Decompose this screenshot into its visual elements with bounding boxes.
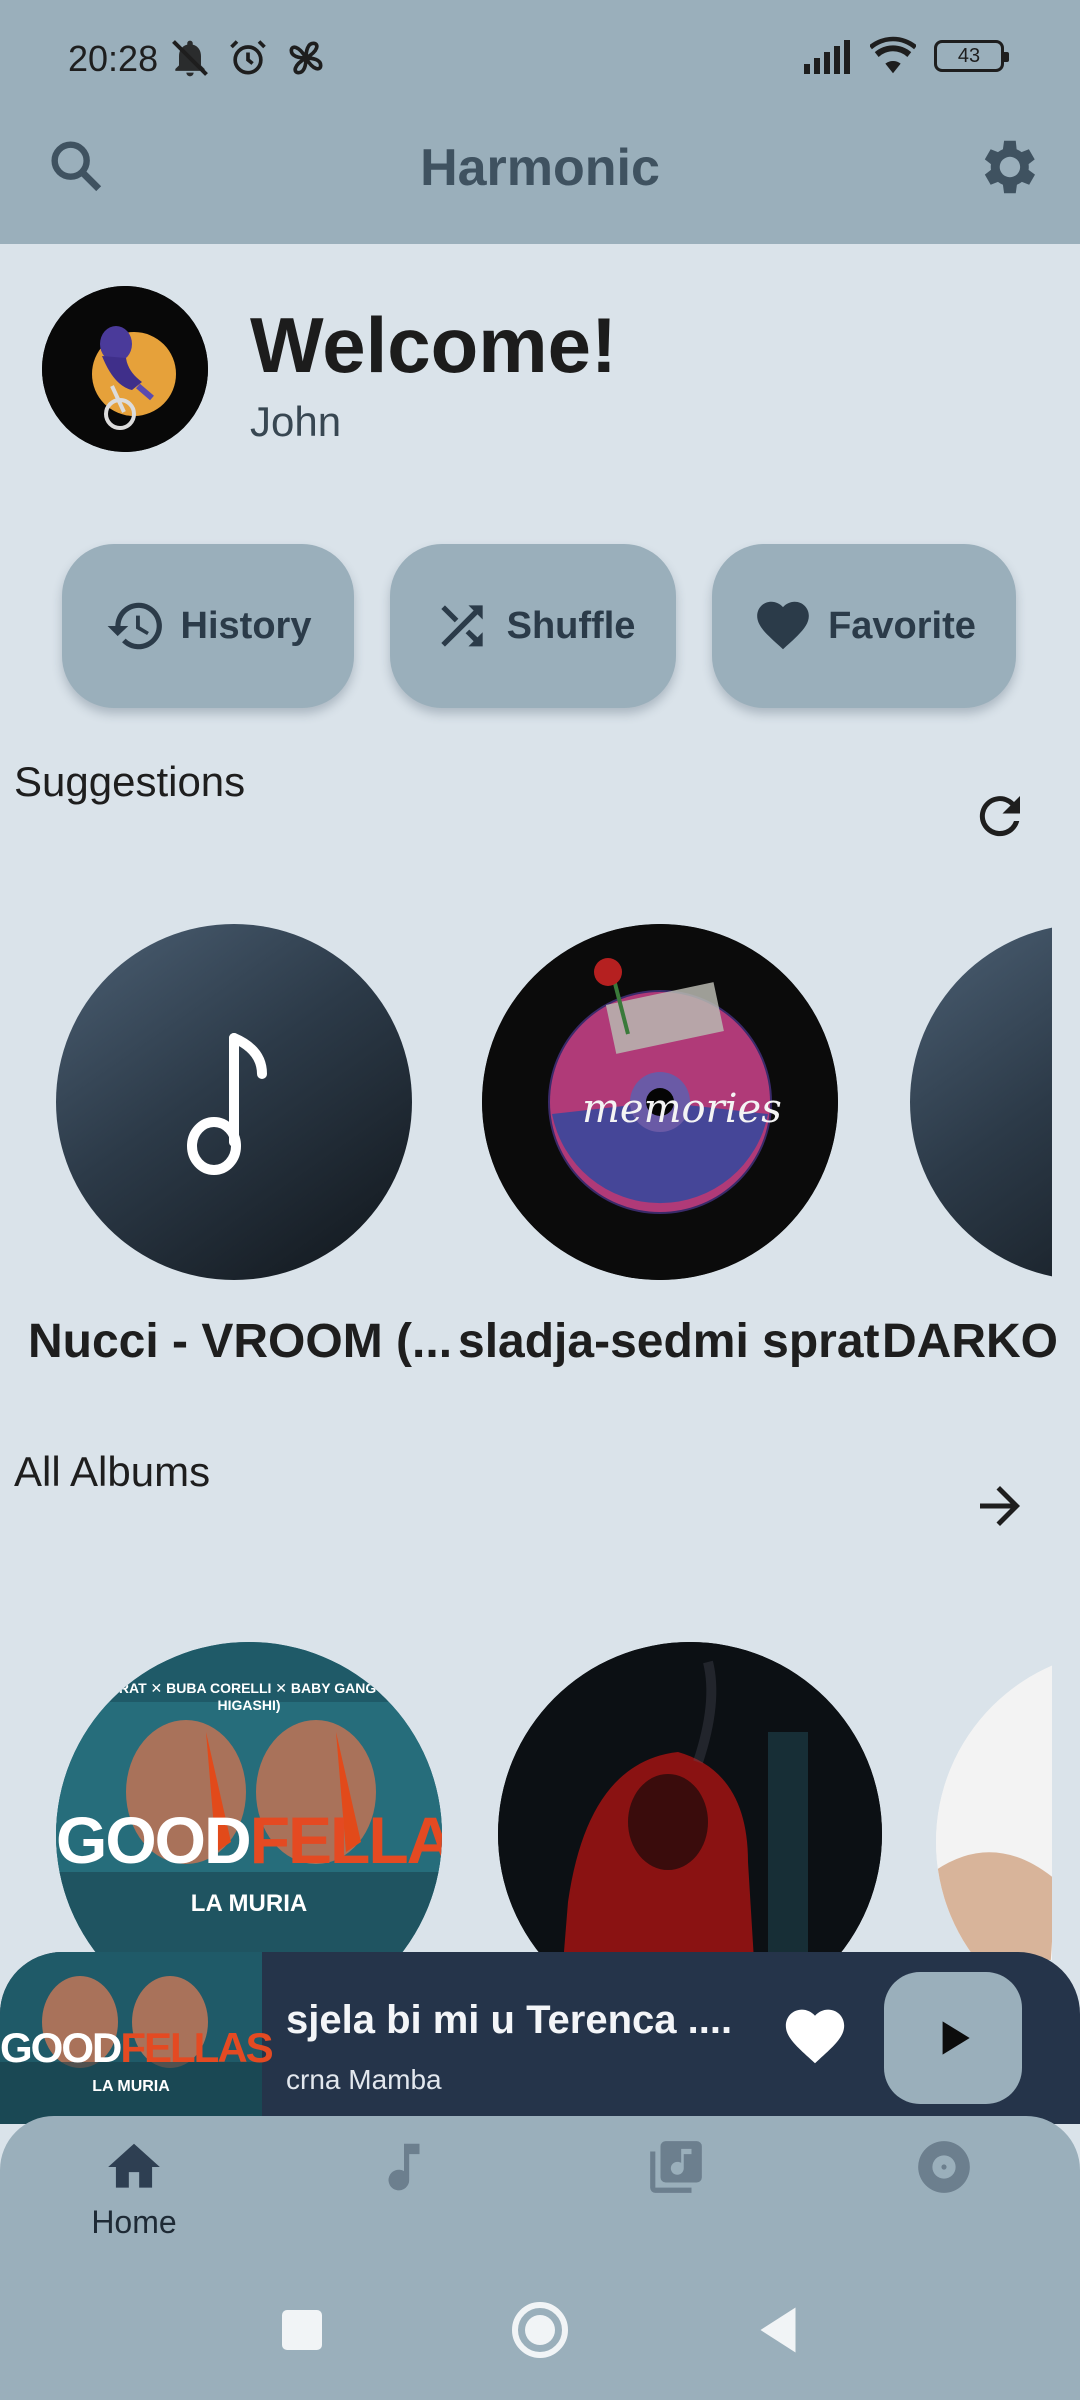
svg-text:memories: memories: [582, 1086, 782, 1132]
status-bar: 20:28 43: [0, 0, 1080, 118]
album-cover-word-left: GOOD: [56, 1803, 252, 1877]
suggestion-artwork[interactable]: [910, 924, 1052, 1280]
player-track-title[interactable]: sjela bi mi u Terenca ....: [286, 1998, 732, 2043]
do-not-disturb-icon: [172, 40, 208, 77]
heart-icon: [757, 601, 809, 650]
suggestions-title: Suggestions: [14, 758, 246, 805]
avatar[interactable]: [42, 286, 208, 452]
nav-item-albums[interactable]: [864, 2136, 1024, 2256]
all-albums-title: All Albums: [14, 1448, 211, 1495]
gear-icon[interactable]: [972, 132, 1042, 202]
home-icon: [108, 2143, 160, 2188]
history-icon: [107, 602, 162, 650]
album-cover-subtitle: LA MURIA: [190, 1890, 308, 1917]
shuffle-button[interactable]: Shuffle: [390, 544, 676, 708]
music-note-icon: [388, 2143, 420, 2191]
hand-tattoo-album-image: [936, 1650, 1052, 1960]
suggestion-artwork[interactable]: [56, 924, 412, 1280]
history-button[interactable]: History: [62, 544, 354, 708]
signal-icon: [804, 40, 850, 74]
album-cover-word-right: FELLAS: [249, 1803, 442, 1877]
astronaut-avatar-image: [42, 286, 208, 452]
player-album-cover[interactable]: GOODFELLAS LA MURIA: [0, 1952, 274, 2124]
nav-label-home: Home: [91, 2204, 177, 2240]
shuffle-label: Shuffle: [506, 604, 636, 647]
username: John: [250, 398, 342, 445]
wifi-icon: [870, 36, 916, 74]
suggestions-carousel[interactable]: memories: [0, 920, 1052, 1380]
app-title: Harmonic: [420, 139, 660, 197]
history-label: History: [180, 604, 312, 647]
home-system-icon[interactable]: [510, 2300, 570, 2360]
status-time: 20:28: [68, 38, 159, 79]
suggestion-title[interactable]: DARKO: [882, 1314, 1058, 1369]
library-music-icon: [650, 2141, 702, 2193]
hooded-figure-album-image: [498, 1642, 882, 1960]
favorite-label: Favorite: [828, 604, 976, 647]
play-button[interactable]: [884, 1972, 1022, 2104]
alarm-icon: [230, 40, 266, 75]
player-cover-subtitle: LA MURIA: [92, 2078, 170, 2095]
recents-icon[interactable]: [272, 2300, 332, 2360]
refresh-icon[interactable]: [970, 786, 1030, 846]
album-icon: [918, 2141, 970, 2193]
battery-icon: 43: [934, 40, 1009, 72]
vinyl-memories-image: memories: [482, 924, 838, 1280]
music-note-icon: [187, 1033, 267, 1175]
fan-icon: [289, 41, 323, 75]
suggestion-title[interactable]: sladja-sedmi sprat: [458, 1314, 880, 1369]
player-cover-word-left: GOOD: [0, 2024, 122, 2071]
albums-carousel[interactable]: JALA BRAT ✕ BUBA CORELLI ✕ BABY GANG (PR…: [0, 1640, 1052, 1960]
shuffle-icon: [440, 605, 483, 647]
player-track-artist: crna Mamba: [286, 2064, 442, 2095]
back-icon[interactable]: [748, 2300, 808, 2360]
album-cover-credits: JALA BRAT ✕ BUBA CORELLI ✕ BABY GANG (PR…: [68, 1680, 430, 1713]
album-cover[interactable]: [498, 1642, 882, 1960]
album-cover[interactable]: [936, 1650, 1052, 1960]
play-icon: [942, 2021, 970, 2055]
player-cover-word-right: FELLAS: [120, 2024, 273, 2071]
welcome-heading: Welcome!: [250, 301, 617, 389]
battery-level: 43: [957, 44, 981, 67]
nav-item-library[interactable]: [596, 2136, 756, 2256]
nav-item-songs[interactable]: [324, 2136, 484, 2256]
arrow-right-icon[interactable]: [970, 1476, 1030, 1536]
favorite-button[interactable]: Favorite: [712, 544, 1016, 708]
heart-icon[interactable]: [780, 2002, 850, 2072]
nav-item-home[interactable]: Home: [54, 2136, 214, 2256]
suggestion-title[interactable]: Nucci - VROOM (...: [28, 1314, 452, 1369]
suggestion-artwork[interactable]: memories: [482, 924, 838, 1280]
album-cover[interactable]: JALA BRAT ✕ BUBA CORELLI ✕ BABY GANG (PR…: [56, 1642, 442, 1960]
